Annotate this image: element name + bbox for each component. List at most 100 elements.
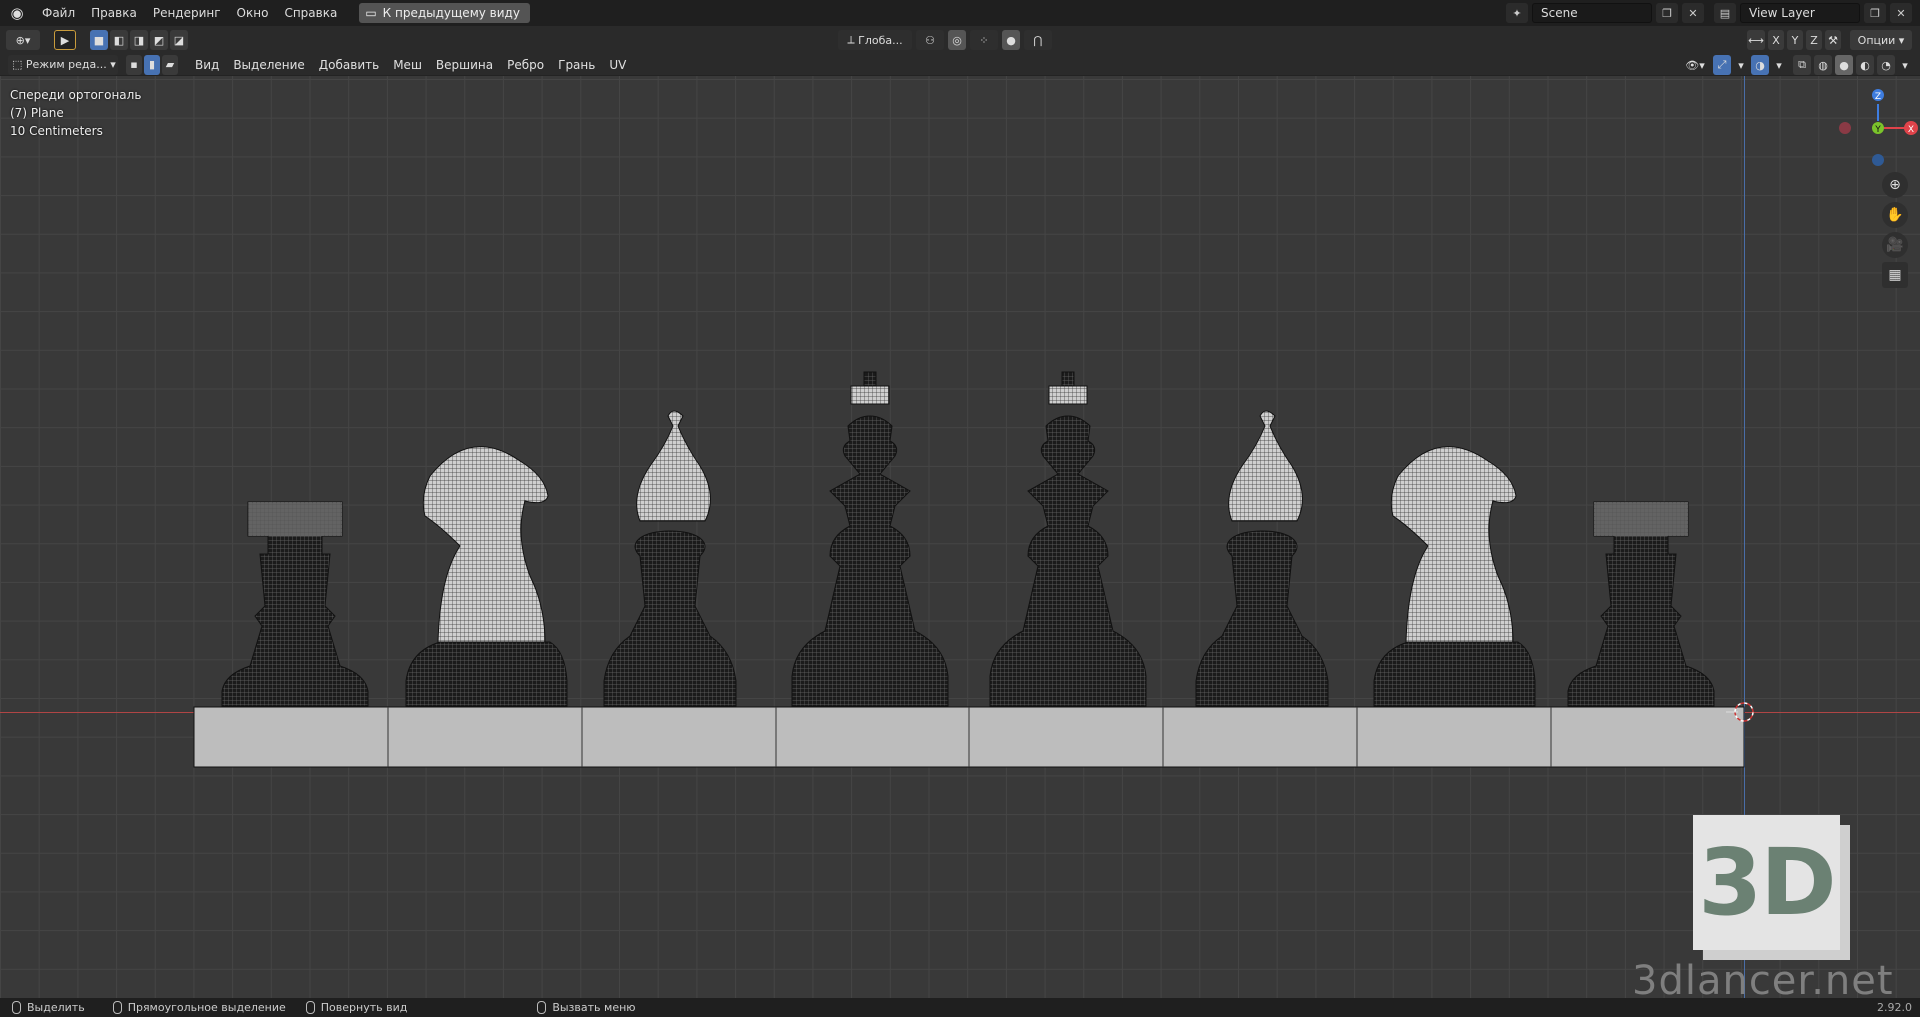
overlay-toggle-icon[interactable]: ◑ <box>1751 55 1769 75</box>
xray-toggle-icon[interactable]: ⧉ <box>1793 55 1811 75</box>
transform-controls: ⟂ Глоба... ⚇ ◎ ⁘ ● ⋂ <box>838 30 1052 50</box>
back-to-previous-label: К предыдущему виду <box>382 6 520 20</box>
menu-select[interactable]: Выделение <box>226 54 311 76</box>
bishop-piece[interactable] <box>603 410 737 707</box>
top-bar: ◉ Файл Правка Рендеринг Окно Справка ▭ К… <box>0 0 1920 26</box>
screen-icon: ▭ <box>365 6 377 20</box>
axes-icon: ⟂ <box>847 33 859 46</box>
face-select-icon[interactable]: ▰ <box>162 54 178 75</box>
vertex-select-icon[interactable]: ▪ <box>126 54 142 75</box>
menu-mesh[interactable]: Меш <box>386 54 429 76</box>
options-dropdown[interactable]: Опции ▾ <box>1850 30 1912 50</box>
orientation-dropdown[interactable]: ⟂ Глоба... <box>838 30 912 50</box>
snap-target-icon[interactable]: ⁘ <box>970 30 998 50</box>
king-piece[interactable] <box>791 371 949 707</box>
snap-toggle-icon[interactable]: ◎ <box>948 30 966 50</box>
pivot-icon[interactable]: ⚇ <box>916 30 944 50</box>
select-new-icon[interactable]: ■ <box>90 30 108 50</box>
status-menu: Вызвать меню <box>537 1001 636 1014</box>
3d-viewport[interactable]: Спереди ортогональ (7) Plane 10 Centimet… <box>0 76 1920 998</box>
edge-select-icon[interactable]: ▮ <box>144 54 160 75</box>
board[interactable] <box>193 706 1745 768</box>
menu-edit[interactable]: Правка <box>83 3 145 23</box>
mirror-options-icon[interactable]: ⚒ <box>1825 30 1841 50</box>
scene-selector-group: ✦ Scene ❐ ✕ ▤ View Layer ❐ ✕ <box>1506 3 1912 23</box>
mouse-middle-icon <box>305 1001 315 1014</box>
mouse-left-icon <box>12 1001 21 1014</box>
select-intersect-icon[interactable]: ◪ <box>170 30 188 50</box>
status-box-select: Прямоугольное выделение <box>112 1001 286 1014</box>
menu-help[interactable]: Справка <box>276 3 345 23</box>
status-rotate-label: Повернуть вид <box>320 1001 408 1014</box>
status-box-select-label: Прямоугольное выделение <box>127 1001 286 1014</box>
menu-add[interactable]: Добавить <box>312 54 386 76</box>
view-layer-icon[interactable]: ▤ <box>1714 3 1736 23</box>
viewport-header: ⬚ Режим реда... ▾ ▪ ▮ ▰ Вид Выделение До… <box>0 54 1920 76</box>
gizmo-dropdown-icon[interactable]: ▾ <box>1734 55 1748 75</box>
gizmo-z-label: Z <box>1875 92 1881 102</box>
scene-field[interactable]: Scene <box>1532 3 1652 23</box>
menu-vertex[interactable]: Вершина <box>429 54 500 76</box>
back-to-previous-button[interactable]: ▭ К предыдущему виду <box>359 3 530 23</box>
blender-window: ◉ Файл Правка Рендеринг Окно Справка ▭ К… <box>0 0 1920 1017</box>
menu-file[interactable]: Файл <box>34 3 83 23</box>
status-rotate: Повернуть вид <box>305 1001 408 1014</box>
view-layer-field[interactable]: View Layer <box>1740 3 1860 23</box>
mouse-right-icon <box>537 1001 547 1014</box>
solid-shading-icon[interactable]: ● <box>1835 55 1853 75</box>
new-view-layer-icon[interactable]: ❐ <box>1864 3 1886 23</box>
navigation-gizmo[interactable]: Z Y X <box>1820 76 1920 180</box>
camera-view-icon[interactable]: 🎥 <box>1882 232 1908 258</box>
select-extend-icon[interactable]: ◧ <box>110 30 128 50</box>
mode-dropdown[interactable]: ⬚ Режим реда... ▾ <box>8 54 118 75</box>
menu-edge[interactable]: Ребро <box>500 54 551 76</box>
status-menu-label: Вызвать меню <box>552 1001 636 1014</box>
shading-dropdown-icon[interactable]: ▾ <box>1898 55 1912 75</box>
scene-icon[interactable]: ✦ <box>1506 3 1528 23</box>
bishop-piece[interactable] <box>1195 410 1329 707</box>
rook-piece[interactable] <box>1567 501 1715 707</box>
blender-logo-icon[interactable]: ◉ <box>0 0 34 26</box>
proportional-edit-icon[interactable]: ● <box>1002 30 1020 50</box>
knight-piece[interactable] <box>1373 446 1536 707</box>
mouse-drag-icon <box>112 1001 122 1014</box>
delete-scene-icon[interactable]: ✕ <box>1682 3 1704 23</box>
pan-hand-icon[interactable]: ✋ <box>1882 202 1908 228</box>
knight-piece[interactable] <box>405 446 568 707</box>
mirror-x-toggle[interactable]: X <box>1768 30 1784 50</box>
menu-uv[interactable]: UV <box>602 54 633 76</box>
wireframe-shading-icon[interactable]: ◍ <box>1814 55 1832 75</box>
king-piece[interactable] <box>989 371 1147 707</box>
overlay-dropdown-icon[interactable]: ▾ <box>1772 55 1786 75</box>
visibility-icon[interactable]: 👁▾ <box>1680 55 1710 75</box>
new-scene-icon[interactable]: ❐ <box>1656 3 1678 23</box>
mode-label: Режим реда... <box>25 58 107 71</box>
edit-mode-icon: ⬚ <box>12 58 26 71</box>
zoom-icon[interactable]: ⊕ <box>1882 172 1908 198</box>
select-invert-icon[interactable]: ◩ <box>150 30 168 50</box>
material-shading-icon[interactable]: ◐ <box>1856 55 1874 75</box>
select-subtract-icon[interactable]: ◨ <box>130 30 148 50</box>
editor-type-icon[interactable]: ⊕▾ <box>6 30 40 50</box>
menu-render[interactable]: Рендеринг <box>145 3 229 23</box>
mirror-options: ⟷ X Y Z ⚒ Опции ▾ <box>1747 30 1912 50</box>
rendered-shading-icon[interactable]: ◔ <box>1877 55 1895 75</box>
gizmo-y-label: Y <box>1874 125 1881 135</box>
ortho-toggle-icon[interactable]: ▦ <box>1882 262 1908 288</box>
delete-view-layer-icon[interactable]: ✕ <box>1890 3 1912 23</box>
watermark-site: 3dlancer.net <box>1632 958 1894 998</box>
menu-face[interactable]: Грань <box>551 54 602 76</box>
axis-gizmo-icon: Z Y X <box>1839 89 1918 166</box>
mirror-icon[interactable]: ⟷ <box>1747 30 1765 50</box>
rook-piece[interactable] <box>221 501 369 707</box>
mirror-z-toggle[interactable]: Z <box>1806 30 1822 50</box>
orientation-label: Глоба... <box>858 33 903 47</box>
options-label: Опции <box>1857 33 1896 47</box>
falloff-icon[interactable]: ⋂ <box>1024 30 1052 50</box>
gizmo-toggle-icon[interactable]: ⤢ <box>1713 55 1731 75</box>
select-tool-icon[interactable]: ▶ <box>54 30 76 50</box>
edit-menus: Вид Выделение Добавить Меш Вершина Ребро… <box>188 54 633 76</box>
mirror-y-toggle[interactable]: Y <box>1787 30 1803 50</box>
menu-view[interactable]: Вид <box>188 54 226 76</box>
menu-window[interactable]: Окно <box>229 3 277 23</box>
